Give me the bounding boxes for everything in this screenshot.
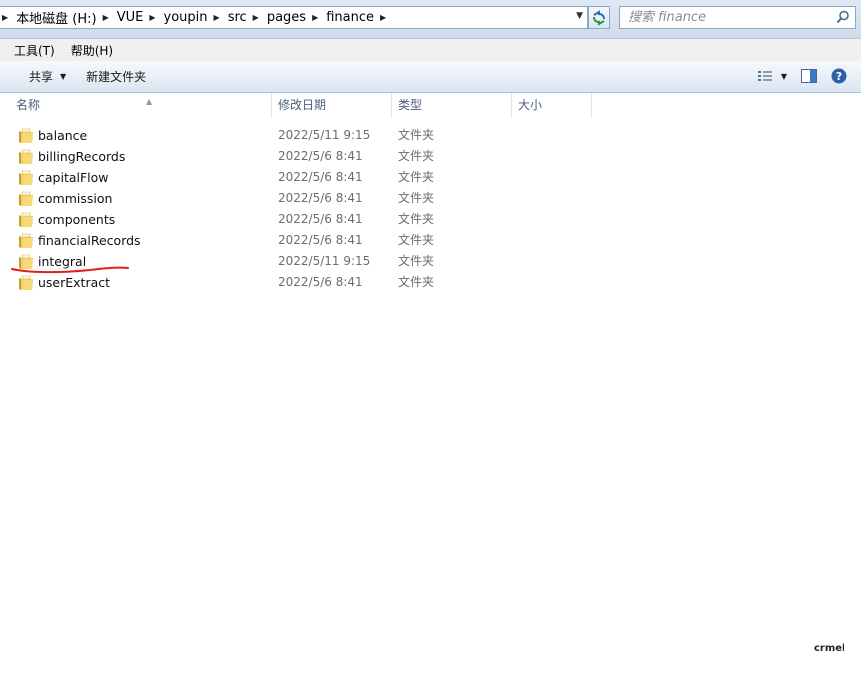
address-bar-area: ▶ 本地磁盘 (H:) ▶ VUE ▶ youpin ▶ src ▶ pages ▶ fi… — [0, 0, 861, 39]
address-history-dropdown-icon[interactable]: ▼ — [576, 11, 583, 21]
folder-icon — [19, 149, 33, 164]
file-name: capitalFlow — [38, 170, 109, 185]
column-header-row: ▲ 名称 修改日期 类型 大小 — [0, 93, 861, 118]
refresh-icon — [593, 9, 605, 26]
help-icon: ? — [831, 68, 847, 84]
breadcrumb-item-vue[interactable]: VUE ▶ — [113, 7, 160, 28]
file-type: 文件夹 — [398, 191, 435, 205]
chevron-right-icon[interactable]: ▶ — [253, 13, 259, 22]
file-row-components[interactable]: components 2022/5/6 8:41 文件夹 — [0, 209, 861, 230]
command-bar: 共享 ▼ 新建文件夹 ▼ ? — [0, 61, 861, 93]
red-underline-annotation — [11, 266, 129, 274]
view-options-dropdown-icon[interactable]: ▼ — [781, 72, 787, 81]
file-type: 文件夹 — [398, 233, 435, 247]
breadcrumb-item-pages[interactable]: pages ▶ — [263, 7, 322, 28]
crmeb-logo-text: crmeb — [814, 643, 844, 654]
column-header-type-label: 类型 — [398, 98, 423, 112]
menu-bar: 工具(T) 帮助(H) — [0, 39, 861, 61]
chevron-right-icon[interactable]: ▶ — [380, 13, 386, 22]
search-box[interactable] — [619, 6, 856, 29]
preview-pane-icon — [801, 69, 817, 83]
file-row-capitalflow[interactable]: capitalFlow 2022/5/6 8:41 文件夹 — [0, 167, 861, 188]
folder-icon — [19, 128, 33, 143]
column-header-size-label: 大小 — [518, 98, 543, 112]
menu-help[interactable]: 帮助(H) — [63, 42, 121, 59]
file-date: 2022/5/6 8:41 — [278, 149, 363, 163]
view-tools: ▼ ? — [757, 61, 861, 91]
file-name: financialRecords — [38, 233, 141, 248]
file-row-billingrecords[interactable]: billingRecords 2022/5/6 8:41 文件夹 — [0, 146, 861, 167]
breadcrumb-root-arrow-icon[interactable]: ▶ — [0, 13, 12, 22]
folder-icon — [19, 275, 33, 290]
file-row-userextract[interactable]: userExtract 2022/5/6 8:41 文件夹 — [0, 272, 861, 293]
crmeb-logo: crmeb — [814, 643, 844, 654]
file-row-financialrecords[interactable]: financialRecords 2022/5/6 8:41 文件夹 — [0, 230, 861, 251]
file-date: 2022/5/6 8:41 — [278, 212, 363, 226]
share-button[interactable]: 共享 ▼ — [0, 68, 76, 85]
file-name: components — [38, 212, 116, 227]
file-name: userExtract — [38, 275, 111, 290]
column-header-type[interactable]: 类型 — [392, 93, 512, 118]
file-type: 文件夹 — [398, 254, 435, 268]
svg-text:?: ? — [836, 70, 842, 83]
chevron-right-icon[interactable]: ▶ — [149, 13, 155, 22]
breadcrumb-item-finance[interactable]: finance ▶ — [322, 7, 390, 28]
change-view-button[interactable]: ▼ — [757, 70, 787, 82]
file-date: 2022/5/11 9:15 — [278, 254, 371, 268]
file-type: 文件夹 — [398, 212, 435, 226]
file-type: 文件夹 — [398, 275, 435, 289]
chevron-right-icon[interactable]: ▶ — [214, 13, 220, 22]
file-date: 2022/5/6 8:41 — [278, 233, 363, 247]
file-type: 文件夹 — [398, 128, 435, 142]
folder-icon — [19, 212, 33, 227]
new-folder-button[interactable]: 新建文件夹 — [76, 68, 156, 85]
file-name: billingRecords — [38, 149, 126, 164]
file-name: commission — [38, 191, 113, 206]
file-date: 2022/5/6 8:41 — [278, 191, 363, 205]
file-row-commission[interactable]: commission 2022/5/6 8:41 文件夹 — [0, 188, 861, 209]
breadcrumb-item-src[interactable]: src ▶ — [224, 7, 263, 28]
breadcrumb[interactable]: ▶ 本地磁盘 (H:) ▶ VUE ▶ youpin ▶ src ▶ pages ▶ fi… — [0, 6, 588, 29]
search-icon[interactable] — [836, 10, 850, 24]
file-type: 文件夹 — [398, 149, 435, 163]
file-date: 2022/5/11 9:15 — [278, 128, 371, 142]
menu-tools[interactable]: 工具(T) — [0, 42, 63, 59]
column-header-name[interactable]: ▲ 名称 — [10, 93, 272, 118]
breadcrumb-item-youpin[interactable]: youpin ▶ — [160, 7, 224, 28]
column-header-size[interactable]: 大小 — [512, 93, 592, 118]
refresh-button[interactable] — [588, 6, 610, 29]
file-name: balance — [38, 128, 88, 143]
file-row-balance[interactable]: balance 2022/5/11 9:15 文件夹 — [0, 125, 861, 146]
sort-ascending-icon: ▲ — [146, 97, 153, 106]
file-date: 2022/5/6 8:41 — [278, 275, 363, 289]
column-header-name-label: 名称 — [16, 98, 41, 112]
file-date: 2022/5/6 8:41 — [278, 170, 363, 184]
chevron-down-icon: ▼ — [60, 72, 67, 81]
chevron-right-icon[interactable]: ▶ — [312, 13, 318, 22]
folder-icon — [19, 233, 33, 248]
folder-icon — [19, 170, 33, 185]
search-input[interactable] — [620, 7, 846, 28]
share-button-label: 共享 — [29, 70, 54, 84]
breadcrumb-item-drive[interactable]: 本地磁盘 (H:) ▶ — [12, 7, 113, 28]
column-header-date-label: 修改日期 — [278, 98, 327, 112]
preview-pane-button[interactable] — [801, 69, 817, 83]
chevron-right-icon[interactable]: ▶ — [103, 13, 109, 22]
folder-icon — [19, 191, 33, 206]
help-button[interactable]: ? — [831, 68, 847, 84]
file-type: 文件夹 — [398, 170, 435, 184]
details-view-icon — [757, 71, 772, 81]
column-header-date[interactable]: 修改日期 — [272, 93, 392, 118]
